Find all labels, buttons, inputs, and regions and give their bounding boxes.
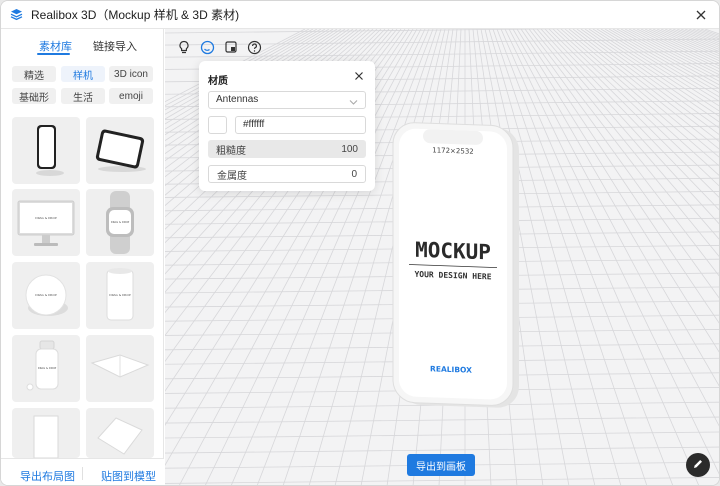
- part-select-value: Antennas: [216, 94, 259, 105]
- roughness-value: 100: [341, 143, 358, 155]
- screen-resolution-label: 1172×2532: [432, 146, 473, 155]
- roughness-slider[interactable]: 粗糙度 100: [208, 140, 366, 158]
- edit-button[interactable]: [686, 453, 710, 477]
- material-panel: 材质 Antennas #ffffff 粗糙度 100 金属度 0: [199, 61, 375, 191]
- category-emoji[interactable]: emoji: [109, 88, 153, 104]
- brand-label: REALIBOX: [430, 364, 472, 374]
- asset-thumb-monitor[interactable]: DRAG & DROP: [12, 189, 80, 256]
- sidebar-footer: 导出布局图 贴图到模型: [1, 458, 164, 485]
- material-icon[interactable]: [199, 39, 215, 55]
- window-title: Realibox 3D（Mockup 样机 & 3D 素材): [31, 8, 240, 22]
- category-mockup[interactable]: 样机: [61, 66, 105, 82]
- category-life[interactable]: 生活: [61, 88, 105, 104]
- phone-model[interactable]: 1172×2532 MOCKUP YOUR DESIGN HERE REALIB…: [365, 121, 525, 413]
- color-swatch[interactable]: [208, 116, 227, 134]
- asset-thumb-book[interactable]: [12, 408, 80, 458]
- tab-link-import[interactable]: 链接导入: [93, 38, 137, 54]
- light-icon[interactable]: [176, 39, 192, 55]
- close-window-icon[interactable]: [693, 7, 709, 23]
- can-drag-hint: DRAG & DROP: [109, 293, 131, 297]
- asset-thumb-brochure[interactable]: [86, 335, 154, 402]
- export-to-artboard-button[interactable]: 导出到画板: [407, 454, 475, 476]
- app-window: Realibox 3D（Mockup 样机 & 3D 素材) 素材库 链接导入 …: [0, 0, 720, 486]
- sidebar-tabs: 素材库 链接导入: [1, 29, 164, 59]
- color-hex-input[interactable]: #ffffff: [235, 116, 366, 134]
- disc-drag-hint: DRAG & DROP: [35, 293, 57, 297]
- metalness-label: 金属度: [217, 170, 247, 182]
- category-basic-shapes[interactable]: 基础形: [12, 88, 56, 104]
- close-icon[interactable]: [353, 70, 365, 82]
- category-3d-icon[interactable]: 3D icon: [109, 66, 153, 82]
- asset-thumb-can[interactable]: DRAG & DROP: [86, 262, 154, 329]
- asset-thumb-disc[interactable]: DRAG & DROP: [12, 262, 80, 329]
- asset-thumb-phone[interactable]: [12, 117, 80, 184]
- asset-sidebar: 素材库 链接导入 精选 样机 3D icon 基础形 生活 emoji DRAG…: [1, 29, 164, 485]
- help-icon[interactable]: [246, 39, 262, 55]
- category-featured[interactable]: 精选: [12, 66, 56, 82]
- active-tab-indicator: [37, 53, 70, 55]
- footer-divider: [82, 467, 83, 480]
- mockup-headline: MOCKUP: [415, 238, 491, 265]
- chevron-down-icon: [349, 96, 358, 112]
- metalness-value: 0: [351, 168, 357, 180]
- bottle-drag-hint: DRAG & DROP: [38, 366, 57, 370]
- realibox-logo-icon: [10, 8, 23, 21]
- pencil-icon: [692, 458, 704, 473]
- 3d-viewport[interactable]: 材质 Antennas #ffffff 粗糙度 100 金属度 0 1172×2…: [165, 29, 719, 485]
- material-panel-title: 材质: [208, 76, 228, 87]
- asset-thumb-watch[interactable]: DRAG & DROP: [86, 189, 154, 256]
- part-select[interactable]: Antennas: [208, 91, 366, 109]
- apply-texture-link[interactable]: 贴图到模型: [101, 468, 156, 484]
- export-layout-link[interactable]: 导出布局图: [20, 468, 75, 484]
- asset-thumb-pill-bottle[interactable]: DRAG & DROP: [12, 335, 80, 402]
- metalness-slider[interactable]: 金属度 0: [208, 165, 366, 183]
- monitor-drag-hint: DRAG & DROP: [35, 216, 57, 220]
- texture-icon[interactable]: [223, 39, 239, 55]
- asset-thumb-folded-card[interactable]: [86, 408, 154, 458]
- watch-drag-hint: DRAG & DROP: [111, 220, 130, 224]
- asset-thumb-tablet[interactable]: [86, 117, 154, 184]
- roughness-label: 粗糙度: [216, 145, 246, 157]
- title-bar: Realibox 3D（Mockup 样机 & 3D 素材): [1, 1, 719, 29]
- tab-asset-library[interactable]: 素材库: [39, 38, 72, 54]
